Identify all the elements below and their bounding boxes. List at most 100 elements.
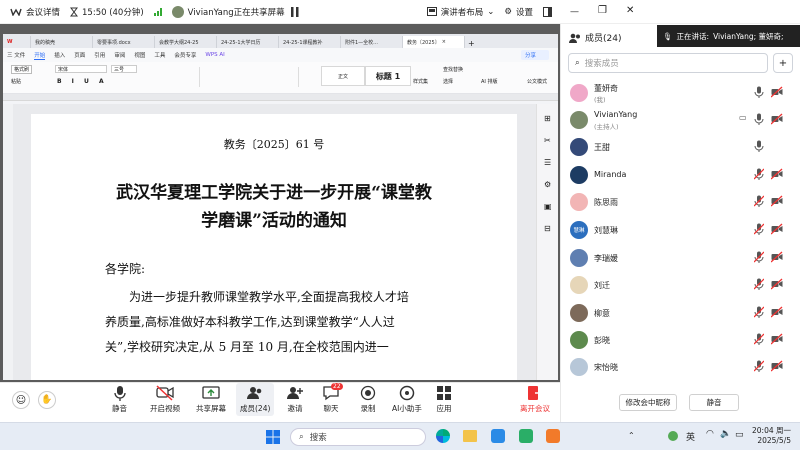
microphone-muted-icon[interactable]: [754, 195, 764, 207]
menu-insert[interactable]: 插入: [54, 51, 65, 59]
paragraph-tools[interactable]: [199, 67, 299, 87]
ai-layout-button[interactable]: AI 排版: [481, 78, 498, 85]
wps-tab[interactable]: W: [3, 36, 31, 48]
battery-icon[interactable]: ▭: [735, 430, 744, 440]
video-off-icon[interactable]: [771, 306, 783, 318]
video-off-icon[interactable]: [771, 223, 783, 235]
video-off-icon[interactable]: [771, 360, 783, 372]
menu-home[interactable]: 开始: [34, 51, 46, 60]
find-replace-button[interactable]: 查找替换: [443, 66, 463, 73]
side-tool-icon[interactable]: ⚙: [544, 180, 551, 189]
style-heading1[interactable]: 标题 1: [365, 66, 411, 86]
new-tab-icon[interactable]: +: [468, 39, 475, 48]
wechat-icon[interactable]: [519, 429, 533, 443]
video-off-icon[interactable]: [771, 251, 783, 263]
font-size-select[interactable]: 三号: [111, 65, 137, 73]
member-row[interactable]: 柳意: [561, 300, 800, 326]
menu-view[interactable]: 视图: [134, 51, 145, 59]
wps-tab[interactable]: 我的稿壳: [31, 36, 93, 48]
side-tool-icon[interactable]: ▣: [544, 202, 552, 211]
video-off-icon[interactable]: [771, 278, 783, 290]
restore-window-icon[interactable]: ❐: [598, 5, 607, 16]
microphone-muted-icon[interactable]: [754, 360, 764, 372]
wps-tab[interactable]: 24-25-1大学日历: [217, 36, 279, 48]
menu-file[interactable]: 三 文件: [7, 51, 25, 59]
wifi-icon[interactable]: ◠: [706, 429, 714, 439]
wps-tab[interactable]: 24-25-1课程教补: [279, 36, 341, 48]
menu-tools[interactable]: 工具: [154, 51, 165, 59]
file-explorer-icon[interactable]: [463, 430, 477, 442]
styles-set-button[interactable]: 样式集: [413, 78, 428, 85]
text-format-buttons[interactable]: B I U A: [57, 78, 108, 85]
member-row[interactable]: VivianYang (主持人) ▭: [561, 107, 800, 133]
taskbar-clock[interactable]: 20:04 周一 2025/5/5: [752, 426, 791, 446]
microphone-icon[interactable]: [754, 113, 764, 125]
record-button[interactable]: 录制: [360, 385, 376, 414]
volume-icon[interactable]: 🔈: [720, 429, 731, 439]
font-family-select[interactable]: 宋体: [55, 65, 107, 73]
member-row[interactable]: 彭晓: [561, 327, 800, 353]
side-tool-icon[interactable]: ✂: [544, 136, 551, 145]
paste-button[interactable]: 粘贴: [11, 78, 21, 85]
select-button[interactable]: 选择: [443, 78, 453, 85]
side-tool-icon[interactable]: ⊞: [544, 114, 551, 123]
ai-assistant-button[interactable]: AI小助手: [392, 385, 422, 414]
layout-button[interactable]: 演讲者布局 ⌄: [426, 6, 494, 18]
pause-share-icon[interactable]: [290, 6, 299, 17]
wps-share-button[interactable]: 分享: [520, 50, 549, 60]
meeting-info-button[interactable]: 会议详情: [10, 6, 60, 18]
leave-meeting-button[interactable]: 离开会议: [520, 385, 550, 414]
rename-button[interactable]: 修改会中昵称: [619, 394, 677, 411]
apps-button[interactable]: 应用: [436, 385, 452, 414]
side-tool-icon[interactable]: ☰: [544, 158, 551, 167]
member-row[interactable]: 董妍奇 (我): [561, 80, 800, 106]
microphone-muted-icon[interactable]: [754, 223, 764, 235]
chevron-up-icon[interactable]: ⌃: [628, 431, 635, 440]
meeting-app-icon[interactable]: [546, 429, 560, 443]
emoji-icon[interactable]: ☺: [12, 391, 30, 409]
video-off-icon[interactable]: [771, 168, 783, 180]
cloud-app-icon[interactable]: [491, 429, 505, 443]
member-row[interactable]: 慧琳 刘慧琳: [561, 217, 800, 243]
video-button[interactable]: 开启视频: [150, 385, 180, 414]
menu-member[interactable]: 会员专享: [174, 51, 196, 59]
microphone-icon[interactable]: [754, 86, 764, 98]
invite-button[interactable]: 邀请: [286, 385, 304, 414]
side-tool-icon[interactable]: ⊟: [544, 224, 551, 233]
wps-tab[interactable]: 附件1—全校...: [341, 36, 403, 48]
member-row[interactable]: 宋怡晓: [561, 354, 800, 380]
settings-button[interactable]: ⚙ 设置: [504, 6, 533, 18]
member-row[interactable]: Miranda: [561, 162, 800, 188]
format-painter-button[interactable]: 格式刷: [11, 65, 33, 74]
menu-review[interactable]: 审阅: [114, 51, 125, 59]
member-row[interactable]: 陈思雨: [561, 189, 800, 215]
panel-toggle-icon[interactable]: [543, 6, 552, 17]
video-off-icon[interactable]: [771, 333, 783, 345]
menu-page[interactable]: 页面: [74, 51, 85, 59]
style-normal[interactable]: 正文: [321, 66, 365, 86]
microphone-muted-icon[interactable]: [754, 168, 764, 180]
raise-hand-icon[interactable]: ✋: [38, 391, 56, 409]
official-mode-button[interactable]: 公文模式: [527, 78, 547, 85]
mute-all-button[interactable]: 静音: [689, 394, 739, 411]
add-member-icon[interactable]: +: [773, 53, 793, 73]
video-off-icon[interactable]: [771, 86, 783, 98]
microphone-muted-icon[interactable]: [754, 251, 764, 263]
edge-browser-icon[interactable]: [436, 429, 450, 443]
tray-app-icon[interactable]: [668, 431, 678, 441]
menu-wps-ai[interactable]: WPS AI: [205, 52, 224, 58]
close-window-icon[interactable]: ✕: [626, 5, 634, 16]
wps-tab[interactable]: 会教学大纲24-25: [155, 36, 217, 48]
wps-tab-active[interactable]: 教务〔2025〕 ×: [403, 36, 465, 48]
member-row[interactable]: 李瑞媛: [561, 245, 800, 271]
menu-reference[interactable]: 引用: [94, 51, 105, 59]
members-button[interactable]: 成员(24): [236, 383, 275, 416]
ime-indicator[interactable]: 英: [686, 430, 695, 443]
video-off-icon[interactable]: [771, 113, 783, 125]
member-row[interactable]: 王甜: [561, 134, 800, 160]
member-search-input[interactable]: ⌕ 搜索成员: [568, 53, 768, 73]
windows-start-icon[interactable]: [266, 430, 280, 446]
document-page[interactable]: 教务〔2025〕61 号 武汉华夏理工学院关于进一步开展“课堂教 学磨课”活动的…: [31, 114, 517, 380]
microphone-muted-icon[interactable]: [754, 306, 764, 318]
mute-button[interactable]: 静音: [112, 385, 127, 414]
